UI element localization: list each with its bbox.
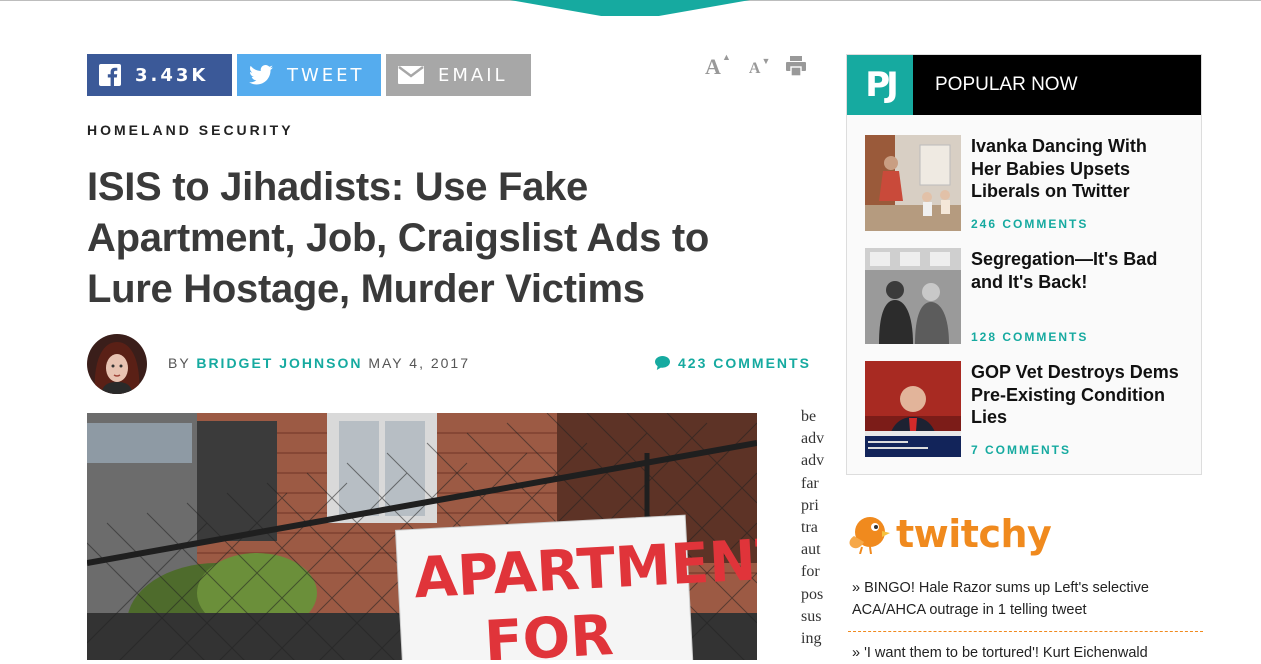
twitchy-logo[interactable]: twitchy	[848, 512, 1052, 556]
body-fragment: adv	[801, 430, 825, 448]
comments-count: 423 COMMENTS	[678, 355, 811, 371]
caret-up-icon: ▲	[721, 52, 731, 62]
story-thumbnail[interactable]	[865, 248, 961, 344]
body-fragment: pos	[801, 585, 824, 603]
twitchy-link[interactable]: » 'I want them to be tortured'! Kurt Eic…	[852, 642, 1197, 664]
increase-font-button[interactable]: A ▲	[705, 52, 731, 80]
top-tab-marker	[510, 0, 750, 16]
sign-text-for: FOR	[483, 603, 615, 660]
facebook-share-button[interactable]: 3.43K	[87, 54, 232, 96]
article-body-cutoff: be adv adv far pri tra aut for pos sus i…	[801, 406, 827, 650]
body-fragment: ing	[801, 630, 822, 648]
comments-link[interactable]: 423 COMMENTS	[655, 355, 811, 371]
popular-now-title: POPULAR NOW	[935, 74, 1078, 95]
body-fragment: adv	[801, 452, 825, 470]
popular-now-widget: PJ POPULAR NOW Ivanka Dancing With Her B…	[846, 54, 1202, 475]
story-comment-count[interactable]: 128 COMMENTS	[971, 330, 1088, 344]
body-fragment: tra	[801, 519, 818, 537]
email-label: EMAIL	[438, 64, 508, 86]
body-fragment: pri	[801, 496, 819, 514]
byline: BY BRIDGET JOHNSON MAY 4, 2017	[168, 355, 470, 371]
tweet-button[interactable]: TWEET	[237, 54, 381, 96]
decrease-font-button[interactable]: A ▼	[748, 56, 771, 78]
font-increase-label: A	[705, 54, 721, 79]
pj-logo[interactable]: PJ	[847, 55, 913, 115]
envelope-icon	[398, 66, 424, 84]
article-tools: A ▲ A ▼	[705, 52, 807, 80]
byline-by: BY	[168, 355, 191, 371]
body-fragment: for	[801, 563, 820, 581]
story-comment-count[interactable]: 7 COMMENTS	[971, 443, 1071, 457]
facebook-icon	[99, 64, 121, 86]
print-icon[interactable]	[786, 56, 807, 76]
story-title[interactable]: Ivanka Dancing With Her Babies Upsets Li…	[971, 135, 1181, 203]
article-headline: ISIS to Jihadists: Use Fake Apartment, J…	[87, 165, 710, 311]
twitchy-divider	[848, 631, 1203, 632]
author-link[interactable]: BRIDGET JOHNSON	[196, 355, 362, 371]
article-lead-image: APARTMENT FOR	[87, 413, 757, 660]
popular-story[interactable]: Ivanka Dancing With Her Babies Upsets Li…	[865, 135, 1181, 231]
caret-down-icon: ▼	[761, 56, 771, 66]
article-date: MAY 4, 2017	[368, 355, 470, 371]
speech-bubble-icon	[655, 356, 670, 370]
twitchy-link[interactable]: » BINGO! Hale Razor sums up Left's selec…	[852, 577, 1197, 621]
email-share-button[interactable]: EMAIL	[386, 54, 531, 96]
body-fragment: sus	[801, 607, 822, 625]
twitchy-wordmark: twitchy	[896, 512, 1052, 556]
tweet-label: TWEET	[287, 64, 365, 86]
facebook-share-count: 3.43K	[135, 64, 209, 86]
body-fragment: aut	[801, 541, 821, 559]
font-decrease-label: A	[748, 60, 761, 77]
story-title[interactable]: Segregation—It's Bad and It's Back!	[971, 248, 1181, 293]
story-thumbnail[interactable]	[865, 361, 961, 457]
twitchy-bird-icon	[849, 517, 890, 554]
twitter-bird-icon	[249, 65, 273, 85]
popular-story[interactable]: GOP Vet Destroys Dems Pre-Existing Condi…	[865, 361, 1181, 457]
story-title[interactable]: GOP Vet Destroys Dems Pre-Existing Condi…	[971, 361, 1181, 429]
body-fragment: be	[801, 408, 817, 425]
article-category[interactable]: HOMELAND SECURITY	[87, 122, 294, 138]
author-avatar[interactable]	[87, 334, 147, 394]
popular-story[interactable]: Segregation—It's Bad and It's Back! 128 …	[865, 248, 1181, 344]
body-fragment: far	[801, 474, 819, 492]
story-thumbnail[interactable]	[865, 135, 961, 231]
popular-now-header: PJ POPULAR NOW	[847, 55, 1201, 115]
story-comment-count[interactable]: 246 COMMENTS	[971, 217, 1088, 231]
